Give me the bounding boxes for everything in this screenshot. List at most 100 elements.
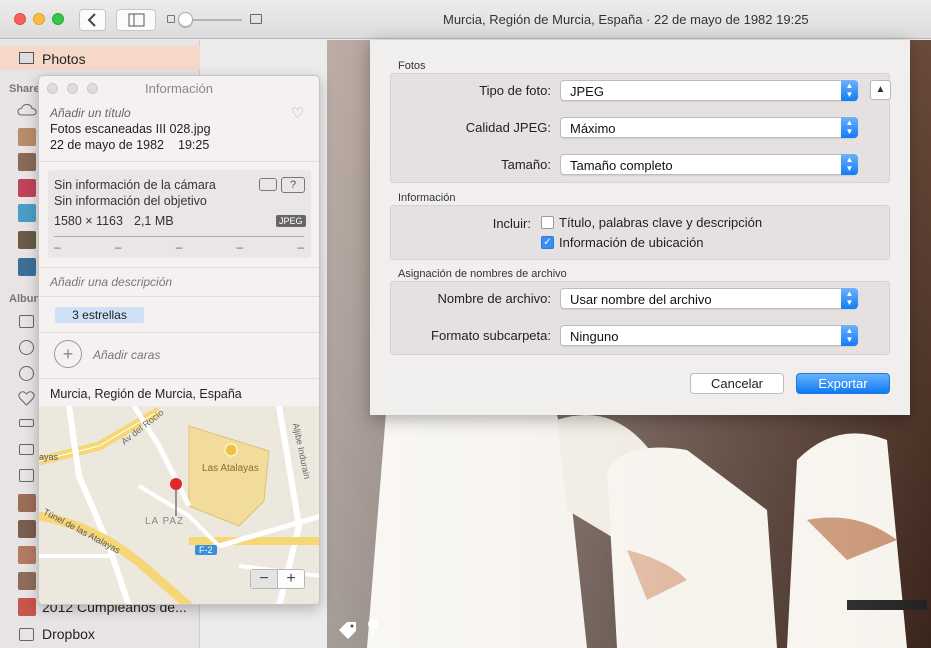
last-import-icon[interactable] [19, 366, 34, 381]
toggle-sidebar-button[interactable] [116, 9, 156, 31]
map-street-label: ayas [39, 452, 59, 462]
zoom-small-icon [167, 15, 175, 23]
sidebar-item-dropbox[interactable]: Dropbox [42, 626, 95, 642]
back-button[interactable] [79, 9, 106, 31]
album-icon[interactable] [19, 469, 34, 482]
add-title-field[interactable]: Añadir un título [50, 106, 131, 120]
subfolder-select[interactable]: Ninguno ▲ ▼ [560, 325, 858, 346]
camera-info-text: Sin información de la cámara [54, 178, 216, 192]
include-location-label[interactable]: Información de ubicación [559, 235, 704, 250]
birthday-album-thumb[interactable] [18, 598, 36, 616]
include-title-checkbox[interactable] [541, 216, 554, 229]
shared-album-thumb[interactable] [18, 204, 36, 222]
info-panel-title: Información [145, 81, 213, 96]
include-title-label[interactable]: Título, palabras clave y descripción [559, 215, 762, 230]
location-pin-icon[interactable] [366, 618, 380, 640]
subfolder-value: Ninguno [570, 329, 619, 344]
updown-arrows-icon: ▲ ▼ [841, 325, 858, 346]
cancel-button[interactable]: Cancelar [690, 373, 784, 394]
jpeg-quality-select[interactable]: Máximo ▲ ▼ [560, 117, 858, 138]
shared-album-thumb[interactable] [18, 258, 36, 276]
album-thumb[interactable] [18, 520, 36, 538]
sidebar-heading-shared: Share [9, 83, 40, 95]
section-heading-photos: Fotos [398, 60, 426, 72]
dimensions-text: 1580 × 1163 [54, 214, 123, 228]
divider [54, 236, 304, 237]
export-button[interactable]: Exportar [796, 373, 890, 394]
checkmark-icon: ✓ [543, 237, 552, 248]
size-value: Tamaño completo [570, 158, 673, 173]
exif-value: – [54, 240, 61, 254]
album-icon[interactable] [19, 315, 34, 328]
plus-icon: + [62, 344, 74, 364]
section-heading-info: Información [398, 192, 456, 204]
zoom-window-button[interactable] [52, 13, 64, 25]
location-map[interactable]: Av del Rocío Aljibe Indurain Las Atalaya… [39, 406, 319, 604]
map-district-label: LA PAZ [145, 516, 185, 527]
faces-icon[interactable] [19, 340, 34, 355]
shared-album-thumb[interactable] [18, 179, 36, 197]
add-description-field[interactable]: Añadir una descripción [50, 275, 172, 289]
info-panel-titlebar: Información [39, 76, 319, 100]
shared-album-thumb[interactable] [18, 153, 36, 171]
divider [39, 161, 319, 162]
updown-arrows-icon: ▲ ▼ [841, 80, 858, 101]
updown-arrows-icon: ▲ ▼ [841, 288, 858, 309]
map-zoom-in-button[interactable]: + [278, 570, 304, 588]
photos-icon [19, 52, 34, 64]
favorite-heart-icon[interactable]: ♡ [291, 104, 304, 122]
divider [39, 267, 319, 268]
camera-info-box: Sin información de la cámara Sin informa… [48, 170, 311, 258]
heart-icon[interactable] [18, 391, 35, 406]
updown-arrows-icon: ▲ ▼ [841, 117, 858, 138]
video-icon[interactable] [19, 444, 34, 455]
exif-value: – [236, 240, 244, 254]
minimize-window-button[interactable] [33, 13, 45, 25]
photo-type-label: Tipo de foto: [479, 83, 551, 98]
zoom-slider-knob[interactable] [178, 12, 193, 27]
album-thumb[interactable] [18, 546, 36, 564]
shared-album-thumb[interactable] [18, 231, 36, 249]
section-heading-naming: Asignación de nombres de archivo [398, 268, 567, 280]
add-faces-button[interactable]: + [54, 340, 82, 368]
filename-select[interactable]: Usar nombre del archivo ▲ ▼ [560, 288, 858, 309]
chevron-left-icon [87, 13, 96, 27]
info-date: 22 de mayo de 1982 [50, 138, 164, 152]
album-thumb[interactable] [18, 494, 36, 512]
tag-icon[interactable] [337, 620, 359, 640]
divider [39, 378, 319, 379]
sidebar-icon [128, 13, 145, 27]
jpeg-quality-label: Calidad JPEG: [465, 120, 551, 135]
jpeg-quality-value: Máximo [570, 121, 616, 136]
divider [39, 332, 319, 333]
rating-badge[interactable]: 3 estrellas [55, 307, 144, 323]
collapse-options-button[interactable]: ▲ [870, 80, 891, 100]
close-window-button[interactable] [14, 13, 26, 25]
panorama-icon[interactable] [19, 419, 34, 427]
chevron-up-icon: ▲ [875, 84, 886, 95]
sidebar-heading-albums: Albun [9, 293, 41, 305]
location-text: Murcia, Región de Murcia, España [50, 387, 242, 401]
lens-info-text: Sin información del objetivo [54, 194, 207, 208]
export-sheet: Fotos Tipo de foto: JPEG ▲ ▼ ▲ Calidad JP… [370, 40, 910, 415]
exif-value: – [297, 240, 304, 254]
shared-album-thumb[interactable] [18, 128, 36, 146]
filename-value: Usar nombre del archivo [570, 292, 712, 307]
camera-help-button[interactable]: ? [281, 177, 305, 193]
photos-settings-group: Tipo de foto: JPEG ▲ ▼ ▲ Calidad JPEG: Má… [390, 73, 891, 183]
map-zoom-out-button[interactable]: − [251, 570, 278, 588]
updown-arrows-icon: ▲ ▼ [841, 154, 858, 175]
size-select[interactable]: Tamaño completo ▲ ▼ [560, 154, 858, 175]
dropbox-folder-icon[interactable] [19, 628, 34, 641]
photo-type-select[interactable]: JPEG ▲ ▼ [560, 80, 858, 101]
include-location-checkbox[interactable]: ✓ [541, 236, 554, 249]
info-panel: Información Añadir un título ♡ Fotos esc… [38, 75, 320, 605]
add-faces-label[interactable]: Añadir caras [93, 348, 160, 362]
exif-value: – [114, 240, 122, 254]
window-titlebar: Murcia, Región de Murcia, España · 22 de… [0, 0, 931, 39]
include-label: Incluir: [492, 216, 531, 231]
map-place-label: Las Atalayas [202, 463, 259, 474]
zoom-large-icon [250, 14, 262, 24]
exif-placeholders: – – – – – [54, 240, 304, 254]
album-thumb[interactable] [18, 572, 36, 590]
